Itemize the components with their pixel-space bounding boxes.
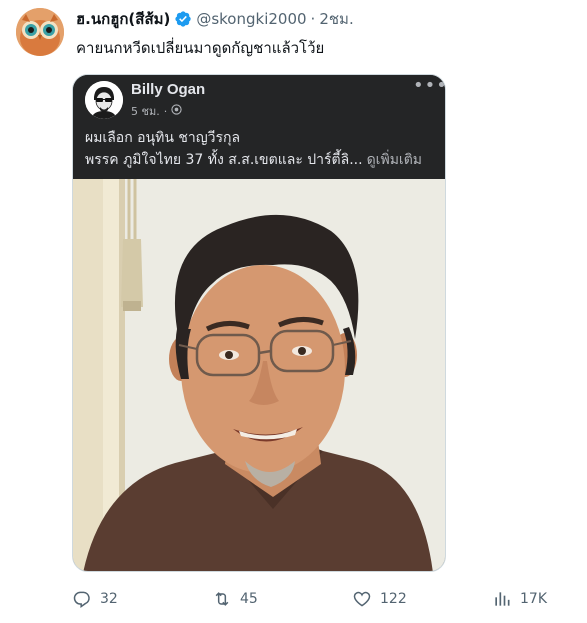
analytics-icon [495,592,510,606]
author-handle[interactable]: @skongki2000 [196,10,306,28]
see-more-link: ดูเพิ่มเติม [366,152,423,168]
tweet-action-bar: 32 45 122 17K [72,588,550,610]
retweet-count: 45 [240,591,258,607]
embedded-post-body: ผมเลือก อนุทิน ชาญวีรกุล พรรค ภูมิใจไทย … [85,127,437,171]
reply-icon [73,591,90,608]
reply-button[interactable]: 32 [72,588,118,610]
more-options-icon: ••• [413,75,446,96]
embedded-post-line-2: พรรค ภูมิใจไทย 37 ทั้ง ส.ส.เขตและ ปาร์ตี… [85,149,437,171]
embedded-post-line-2-text: พรรค ภูมิใจไทย 37 ทั้ง ส.ส.เขตและ ปาร์ตี… [85,152,363,168]
embedded-post-header: Billy Ogan 5 ชม. · ••• ผมเลือก อนุทิน ชา… [73,75,445,179]
like-count: 122 [380,591,407,607]
retweet-button[interactable]: 45 [212,588,258,610]
view-count: 17K [520,591,547,607]
heart-icon [353,591,371,607]
display-name[interactable]: ฮ.นกฮูก(สีส้ม) [76,7,170,31]
tweet-timestamp[interactable]: 2ชม. [319,7,353,31]
author-avatar[interactable] [16,8,64,56]
retweet-icon [215,592,229,606]
header-separator: · [310,10,316,28]
like-button[interactable]: 122 [352,588,407,610]
views-button[interactable]: 17K [492,588,547,610]
embedded-post-meta: 5 ชม. · [131,102,182,120]
tweet-header: ฮ.นกฮูก(สีส้ม) @skongki2000 · 2ชม. [76,8,575,30]
tweet-text: คายนกหวีดเปลี่ยนมาดูดกัญชาแล้วโว้ย [76,39,325,57]
embedded-media-card[interactable]: Billy Ogan 5 ชม. · ••• ผมเลือก อนุทิน ชา… [72,74,446,572]
reply-count: 32 [100,591,118,607]
selfie-photo [73,179,445,571]
embedded-author-name: Billy Ogan [131,81,206,98]
embedded-author-avatar [85,81,123,119]
embedded-post-line-1: ผมเลือก อนุทิน ชาญวีรกุล [85,130,241,146]
globe-icon [171,104,182,118]
embedded-meta-separator: · [163,104,168,118]
embedded-post-time: 5 ชม. [131,105,160,118]
verified-badge-icon [174,10,192,28]
